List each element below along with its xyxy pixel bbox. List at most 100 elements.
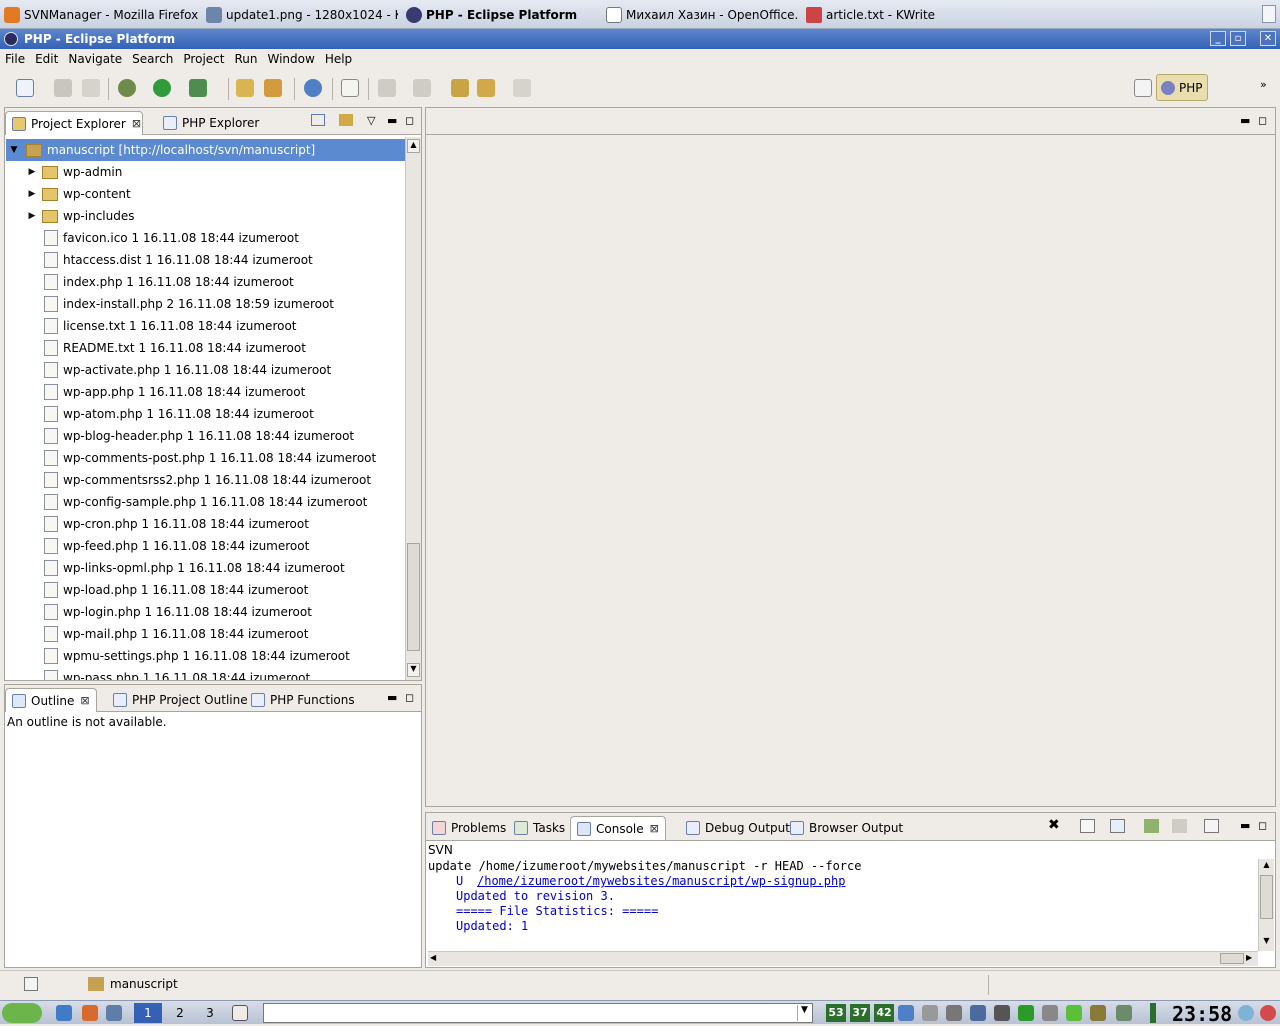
maximize-view-icon[interactable]: ◻ (405, 691, 414, 704)
tree-file[interactable]: wp-pass.php 1 16.11.08 18:44 izumeroot (6, 667, 310, 680)
globe-icon[interactable] (304, 79, 322, 97)
view-menu-icon[interactable]: ▽ (367, 114, 375, 127)
fast-view-icon[interactable] (24, 977, 38, 991)
scroll-right-icon[interactable]: ▶ (1246, 953, 1252, 962)
scroll-left-icon[interactable]: ◀ (430, 953, 436, 962)
tab-console[interactable]: Console ⊠ (570, 816, 666, 840)
open-perspective-icon[interactable] (1134, 79, 1152, 97)
tree-folder[interactable]: ▶ wp-includes (6, 205, 135, 227)
kmix-icon[interactable] (970, 1005, 986, 1021)
task-kwrite[interactable]: article.txt - KWrite (802, 0, 1002, 29)
scroll-thumb[interactable] (407, 543, 420, 651)
network-icon[interactable] (898, 1005, 914, 1021)
tree-file[interactable]: wp-blog-header.php 1 16.11.08 18:44 izum… (6, 425, 354, 447)
tree-file[interactable]: license.txt 1 16.11.08 18:44 izumeroot (6, 315, 297, 337)
console-vscrollbar[interactable]: ▲ ▼ (1258, 859, 1274, 951)
menu-search[interactable]: Search (127, 49, 178, 69)
task-openoffice[interactable]: Михаил Хазин - OpenOffice.org (602, 0, 798, 29)
tree-file[interactable]: index.php 1 16.11.08 18:44 izumeroot (6, 271, 294, 293)
tree-file[interactable]: favicon.ico 1 16.11.08 18:44 izumeroot (6, 227, 299, 249)
maximize-view-icon[interactable]: ◻ (1258, 114, 1267, 127)
save-icon[interactable] (54, 79, 72, 97)
debug-icon[interactable] (118, 79, 136, 97)
console-file-link[interactable]: /home/izumeroot/mywebsites/manuscript/wp… (477, 874, 845, 888)
scroll-lock-icon[interactable] (1110, 819, 1125, 833)
home-icon[interactable] (82, 1005, 98, 1021)
tree-root-manuscript[interactable]: ▼ manuscript [http://localhost/svn/manus… (6, 139, 405, 161)
close-button[interactable]: ✕ (1260, 31, 1276, 46)
window-list-icon[interactable] (232, 1005, 248, 1021)
tree-file[interactable]: wp-feed.php 1 16.11.08 18:44 izumeroot (6, 535, 309, 557)
tree-folder[interactable]: ▶ wp-content (6, 183, 131, 205)
minimize-view-icon[interactable]: ▬ (1240, 819, 1250, 832)
tree-file[interactable]: wp-config-sample.php 1 16.11.08 18:44 iz… (6, 491, 367, 513)
tree-file[interactable]: README.txt 1 16.11.08 18:44 izumeroot (6, 337, 306, 359)
console-hscrollbar[interactable]: ◀ ▶ (428, 951, 1258, 966)
explorer-scrollbar[interactable]: ▲ ▼ (405, 137, 421, 680)
minimize-view-icon[interactable]: ▬ (387, 691, 397, 704)
maximize-view-icon[interactable]: ◻ (1258, 819, 1267, 832)
collapsed-arrow-icon[interactable]: ▶ (26, 167, 38, 177)
mail-icon[interactable] (1018, 1005, 1034, 1021)
tab-browser-output[interactable]: Browser Output (784, 816, 909, 840)
expand-arrow-icon[interactable]: ▼ (8, 145, 20, 155)
print-icon[interactable] (82, 79, 100, 97)
desktop-pager-1[interactable]: 1 (134, 1003, 162, 1023)
tab-debug-output[interactable]: Debug Output (680, 816, 796, 840)
menu-run[interactable]: Run (229, 49, 262, 69)
tree-file[interactable]: wp-app.php 1 16.11.08 18:44 izumeroot (6, 381, 305, 403)
annotation-icon[interactable] (341, 79, 359, 97)
forward-icon[interactable] (513, 79, 531, 97)
maximize-button[interactable]: ▫ (1230, 31, 1246, 46)
tree-file[interactable]: wp-mail.php 1 16.11.08 18:44 izumeroot (6, 623, 308, 645)
task-firefox[interactable]: SVNManager - Mozilla Firefox (0, 0, 200, 29)
tab-outline[interactable]: Outline ⊠ (5, 688, 97, 712)
tab-project-explorer[interactable]: Project Explorer ⊠ (5, 111, 143, 135)
menu-project[interactable]: Project (178, 49, 229, 69)
close-icon[interactable]: ⊠ (132, 117, 141, 130)
desktop-pager-3[interactable]: 3 (196, 1003, 224, 1023)
clock[interactable]: 23:58 (1172, 1002, 1232, 1026)
menu-file[interactable]: File (0, 49, 30, 69)
external-tools-icon[interactable] (189, 79, 207, 97)
tree-file[interactable]: htaccess.dist 1 16.11.08 18:44 izumeroot (6, 249, 313, 271)
task-eclipse[interactable]: PHP - Eclipse Platform (402, 0, 598, 29)
menu-navigate[interactable]: Navigate (63, 49, 127, 69)
terminal-icon[interactable] (106, 1005, 122, 1021)
desktop-pager-2[interactable]: 2 (166, 1003, 194, 1023)
remove-launch-icon[interactable]: ✖ (1048, 817, 1060, 833)
keyboard-icon[interactable] (994, 1005, 1010, 1021)
tree-file[interactable]: wp-login.php 1 16.11.08 18:44 izumeroot (6, 601, 312, 623)
back-icon[interactable] (477, 79, 495, 97)
collapsed-arrow-icon[interactable]: ▶ (26, 189, 38, 199)
menu-help[interactable]: Help (320, 49, 357, 69)
scroll-down-icon[interactable]: ▼ (407, 663, 420, 677)
open-console-icon[interactable] (1204, 819, 1219, 833)
tree-file[interactable]: index-install.php 2 16.11.08 18:59 izume… (6, 293, 334, 315)
tree-folder[interactable]: ▶ wp-admin (6, 161, 123, 183)
next-annotation-icon[interactable] (378, 79, 396, 97)
scroll-up-icon[interactable]: ▲ (1260, 860, 1273, 873)
scroll-thumb[interactable] (1220, 953, 1244, 964)
tab-php-explorer[interactable]: PHP Explorer (157, 111, 265, 135)
volume-icon[interactable] (946, 1005, 962, 1021)
clipboard-icon[interactable] (922, 1005, 938, 1021)
tree-file[interactable]: wp-commentsrss2.php 1 16.11.08 18:44 izu… (6, 469, 371, 491)
search-tool-icon[interactable] (264, 79, 282, 97)
scroll-up-icon[interactable]: ▲ (407, 139, 420, 153)
run-icon[interactable] (153, 79, 171, 97)
lock-screen-icon[interactable] (1238, 1005, 1254, 1021)
command-input[interactable]: ▼ (263, 1003, 813, 1023)
desktop-icon[interactable] (56, 1005, 72, 1021)
tab-problems[interactable]: Problems (426, 816, 512, 840)
new-icon[interactable] (16, 79, 34, 97)
collapse-all-icon[interactable] (311, 114, 325, 126)
update-icon[interactable] (1066, 1005, 1082, 1021)
start-menu-icon[interactable] (2, 1003, 42, 1023)
logout-icon[interactable] (1260, 1005, 1276, 1021)
tree-file[interactable]: wp-cron.php 1 16.11.08 18:44 izumeroot (6, 513, 309, 535)
tree-file[interactable]: wp-load.php 1 16.11.08 18:44 izumeroot (6, 579, 308, 601)
task-scroll-button[interactable] (1262, 5, 1276, 23)
tab-php-functions[interactable]: PHP Functions (245, 688, 361, 712)
scroll-down-icon[interactable]: ▼ (1260, 936, 1273, 949)
